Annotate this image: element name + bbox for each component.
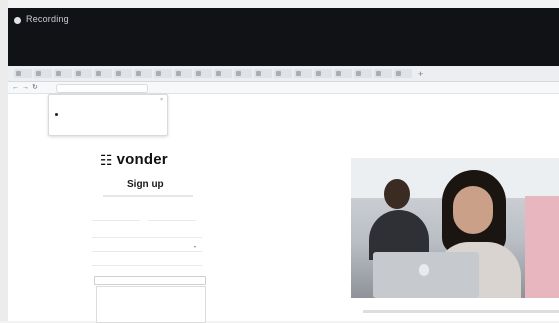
select-field[interactable] [94, 276, 206, 285]
woman-face [453, 186, 493, 234]
forward-icon[interactable]: → [22, 84, 29, 91]
browser-tab[interactable] [34, 69, 52, 78]
browser-tab[interactable] [174, 69, 192, 78]
browser-tab[interactable] [294, 69, 312, 78]
browser-tab[interactable] [94, 69, 112, 78]
browser-tab[interactable] [154, 69, 172, 78]
brand: ☷ vonder [100, 151, 168, 168]
browser-toolbar: ← → ↻ [8, 82, 559, 94]
record-dot-icon[interactable] [14, 17, 21, 24]
email-input[interactable] [92, 237, 202, 238]
brand-logo-icon: ☷ [100, 151, 113, 168]
popup-radio[interactable] [55, 113, 58, 116]
browser-tab[interactable] [314, 69, 332, 78]
recording-label: Recording [26, 14, 69, 24]
browser-tab[interactable] [234, 69, 252, 78]
screen-edge [0, 0, 8, 321]
browser-tab[interactable] [334, 69, 352, 78]
page-title: Sign up [127, 179, 164, 190]
browser-tab[interactable] [74, 69, 92, 78]
browser-tab[interactable] [374, 69, 392, 78]
browser-tab[interactable] [214, 69, 232, 78]
web-page: × ☷ vonder Sign up ▾ [8, 94, 559, 323]
permission-popup: × [48, 94, 168, 136]
back-icon[interactable]: ← [12, 84, 19, 91]
hero-image [351, 158, 559, 298]
browser-tab[interactable] [54, 69, 72, 78]
browser-tab[interactable] [14, 69, 32, 78]
browser-tab[interactable] [134, 69, 152, 78]
browser-tab-strip: + [8, 66, 559, 82]
browser-tab[interactable] [114, 69, 132, 78]
apple-logo-icon [419, 264, 429, 276]
close-icon[interactable]: × [160, 97, 163, 103]
signup-subtitle [103, 195, 193, 197]
man-head [384, 179, 410, 209]
browser-tab[interactable] [274, 69, 292, 78]
recording-bar: Recording [8, 8, 559, 66]
phone-input[interactable] [92, 251, 202, 252]
last-name-input[interactable] [148, 220, 196, 221]
hero-text [363, 310, 559, 313]
browser-tab[interactable] [194, 69, 212, 78]
dropdown-list [96, 286, 206, 323]
password-input[interactable] [92, 265, 202, 266]
person-right [525, 196, 559, 298]
first-name-input[interactable] [92, 220, 140, 221]
browser-tab[interactable] [394, 69, 412, 78]
browser-tab[interactable] [254, 69, 272, 78]
new-tab-icon[interactable]: + [418, 69, 423, 79]
address-bar[interactable] [56, 84, 148, 93]
chevron-down-icon[interactable]: ▾ [194, 244, 196, 249]
browser-tab[interactable] [354, 69, 372, 78]
reload-icon[interactable]: ↻ [32, 84, 38, 91]
brand-name: vonder [116, 151, 168, 168]
